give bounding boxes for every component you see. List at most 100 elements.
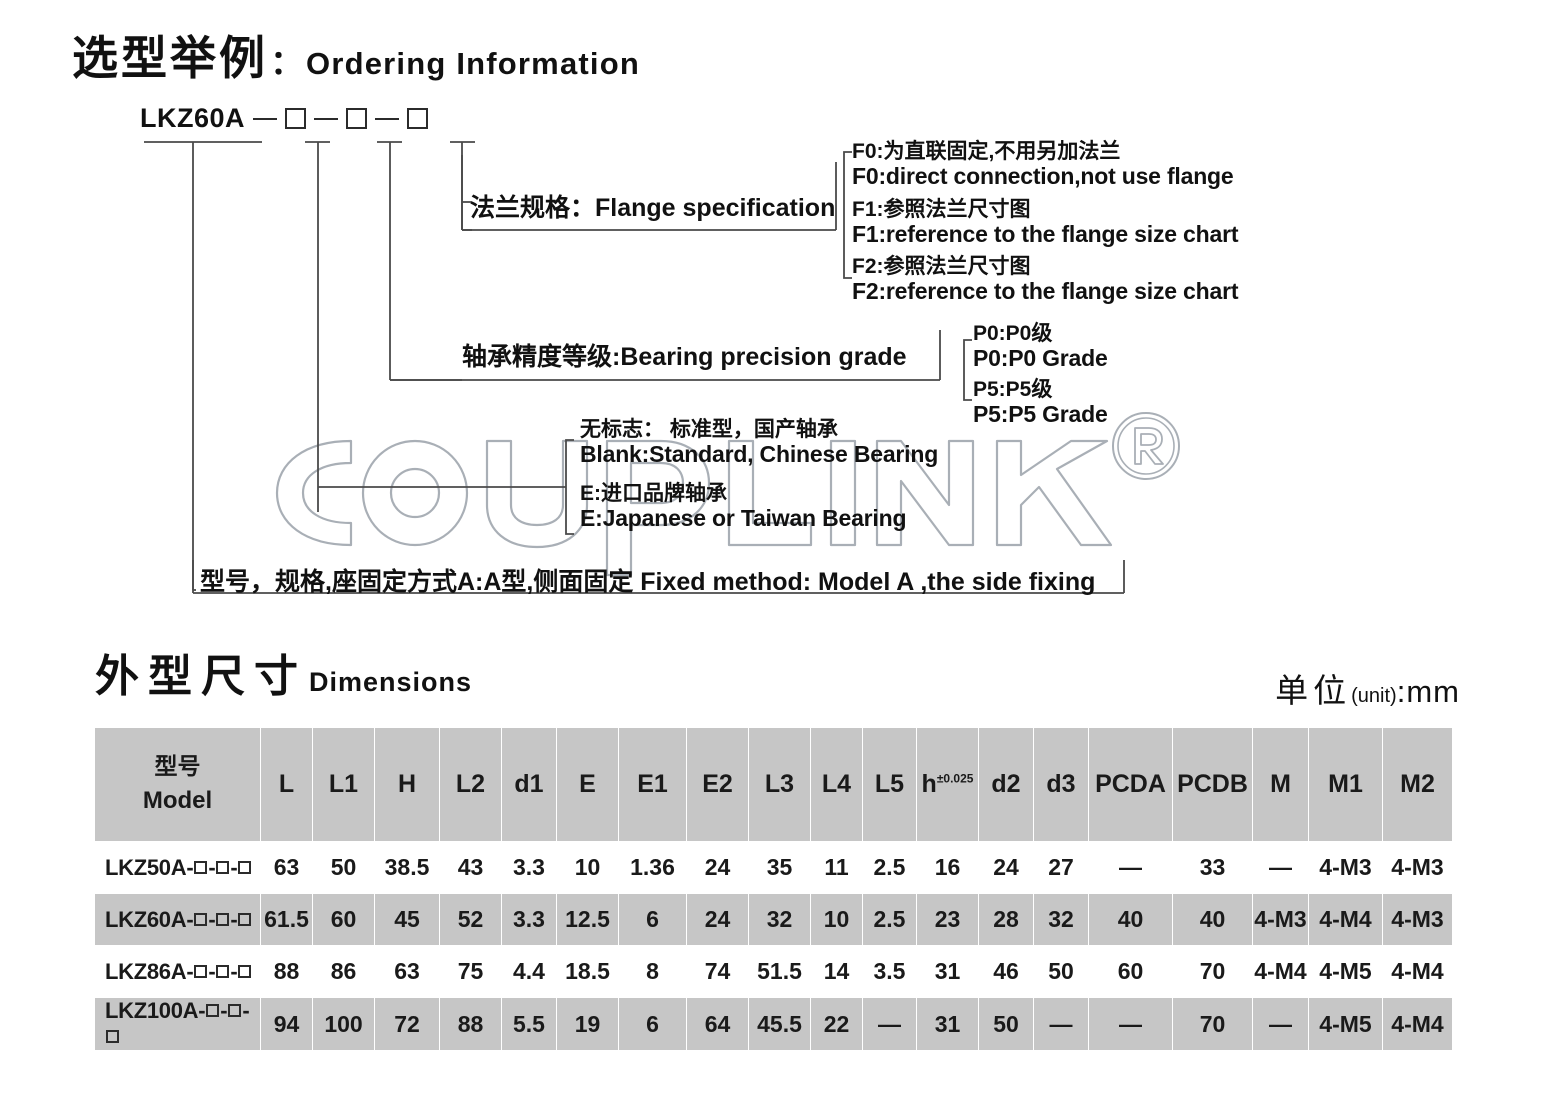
model-code-box-1[interactable] xyxy=(285,108,307,129)
model-option-box xyxy=(194,964,208,978)
bearing-option-e-cn: E:进口品牌轴承 xyxy=(580,482,727,505)
cell-l1: 50 xyxy=(312,841,375,894)
cell-d3: 27 xyxy=(1033,841,1089,894)
model-code-box-3[interactable] xyxy=(407,108,429,129)
ordering-heading-cn: 选型举例 xyxy=(72,32,268,84)
model-option-box xyxy=(206,1004,220,1017)
bearing-option-blank: 无标志： 标准型，国产轴承 Blank:Standard, Chinese Be… xyxy=(580,418,938,467)
column-header-h: h±0.025 xyxy=(916,727,979,842)
table-row: LKZ100A- - -94 100 72 88 5.5 19 6 64 45.5 22—31 50— —… xyxy=(94,997,1453,1051)
cell-l3: 51.5 xyxy=(748,945,811,998)
cell-h: 72 xyxy=(374,997,440,1051)
unit-note-colon: : xyxy=(1396,674,1407,709)
model-code-base: LKZ60A xyxy=(140,103,246,133)
model-option-box xyxy=(106,1030,119,1043)
cell-e2: 24 xyxy=(686,893,749,946)
cell-l1: 60 xyxy=(312,893,375,946)
column-header-m1: M1 xyxy=(1308,727,1383,842)
cell-l: 88 xyxy=(260,945,313,998)
model-option-box xyxy=(238,860,252,874)
table-row: LKZ50A- - -63 50 38.5 43 3.3 10 1.36 24 35 11 2.5 16 2… xyxy=(94,841,1453,894)
cell-model: LKZ100A- - - xyxy=(94,997,261,1051)
cell-h: 31 xyxy=(916,945,979,998)
cell-d3: 50 xyxy=(1033,945,1089,998)
cell-l2: 88 xyxy=(439,997,502,1051)
precision-label-cn: 轴承精度等级: xyxy=(462,343,621,371)
cell-e1: 6 xyxy=(618,893,687,946)
cell-d2: 46 xyxy=(978,945,1034,998)
column-header-model: 型号 Model xyxy=(94,727,261,842)
model-code-dash-1 xyxy=(253,117,278,120)
bearing-precision-grade-label: 轴承精度等级:Bearing precision grade xyxy=(462,337,907,373)
unit-note: 单位 (unit) : mm xyxy=(1275,664,1460,712)
column-header-d3: d3 xyxy=(1033,727,1089,842)
dimensions-heading-cn: 外型尺寸 xyxy=(95,652,307,701)
cell-pcda: 40 xyxy=(1088,893,1173,946)
cell-model: LKZ86A- - - xyxy=(94,945,261,998)
bearing-option-e-en: E:Japanese or Taiwan Bearing xyxy=(580,504,907,531)
leader-lines-diagram xyxy=(144,141,1125,594)
column-header-l5: L5 xyxy=(862,727,917,842)
cell-e: 12.5 xyxy=(556,893,619,946)
table-row: LKZ86A- - -88 86 63 75 4.4 18.5 8 74 51.5 14 3.5 31 46… xyxy=(94,945,1453,998)
cell-d1: 3.3 xyxy=(501,841,557,894)
column-header-model-en: Model xyxy=(142,786,213,814)
cell-m: — xyxy=(1252,997,1309,1051)
cell-e2: 74 xyxy=(686,945,749,998)
ordering-heading-en: Ordering Information xyxy=(306,46,640,81)
flange-option-f1-en: F1:reference to the flange size chart xyxy=(852,220,1239,247)
ordering-heading-colon: ： xyxy=(270,44,304,82)
precision-option-p0-cn: P0:P0级 xyxy=(973,322,1053,345)
cell-h: 16 xyxy=(916,841,979,894)
cell-l1: 86 xyxy=(312,945,375,998)
cell-l5: 2.5 xyxy=(862,893,917,946)
cell-l2: 43 xyxy=(439,841,502,894)
cell-e: 10 xyxy=(556,841,619,894)
cell-l5: — xyxy=(862,997,917,1051)
model-code-dash-2 xyxy=(314,117,339,120)
flange-specification-label: 法兰规格：Flange specification xyxy=(470,188,835,224)
cell-l4: 14 xyxy=(810,945,863,998)
column-header-l: L xyxy=(260,727,313,842)
cell-l3: 35 xyxy=(748,841,811,894)
column-header-l1: L1 xyxy=(312,727,375,842)
cell-d2: 28 xyxy=(978,893,1034,946)
model-option-box xyxy=(194,860,208,874)
dimensions-heading-en: Dimensions xyxy=(309,667,473,697)
flange-label-en: Flange specification xyxy=(595,194,836,222)
cell-m1: 4-M5 xyxy=(1308,945,1383,998)
column-header-h: H xyxy=(374,727,440,842)
flange-option-f1-cn: F1:参照法兰尺寸图 xyxy=(852,198,1031,221)
column-header-m2: M2 xyxy=(1382,727,1453,842)
precision-option-p0: P0:P0级 P0:P0 Grade xyxy=(973,322,1108,371)
dimensions-table-container: 型号 Model L L1 H L2 d1 E E1 E2 L3 L4 L5 h±0.025 d2 d3 P… xyxy=(94,727,1453,1051)
cell-e2: 64 xyxy=(686,997,749,1051)
cell-h: 23 xyxy=(916,893,979,946)
flange-option-f1: F1:参照法兰尺寸图 F1:reference to the flange si… xyxy=(852,198,1238,247)
cell-model: LKZ60A- - - xyxy=(94,893,261,946)
cell-pcda: — xyxy=(1088,997,1173,1051)
cell-h: 63 xyxy=(374,945,440,998)
model-code-box-2[interactable] xyxy=(346,108,368,129)
cell-l: 61.5 xyxy=(260,893,313,946)
cell-d2: 50 xyxy=(978,997,1034,1051)
cell-l4: 11 xyxy=(810,841,863,894)
flange-option-f0-cn: F0:为直联固定,不用另加法兰 xyxy=(852,140,1121,163)
precision-option-p5-en: P5:P5 Grade xyxy=(973,400,1108,427)
base-fixed-method-label: 型号，规格,座固定方式A:A型,侧面固定 Fixed method: Model… xyxy=(200,568,1096,596)
cell-e1: 6 xyxy=(618,997,687,1051)
column-header-l3: L3 xyxy=(748,727,811,842)
flange-option-f2: F2:参照法兰尺寸图 F2:reference to the flange si… xyxy=(852,255,1238,304)
column-header-e: E xyxy=(556,727,619,842)
flange-option-f0-en: F0:direct connection,not use flange xyxy=(852,162,1234,189)
cell-l4: 10 xyxy=(810,893,863,946)
column-header-e2: E2 xyxy=(686,727,749,842)
cell-pcdb: 70 xyxy=(1172,945,1253,998)
dimensions-heading: 外型尺寸 Dimensions xyxy=(95,655,472,699)
cell-pcda: — xyxy=(1088,841,1173,894)
cell-l: 94 xyxy=(260,997,313,1051)
column-header-l4: L4 xyxy=(810,727,863,842)
bearing-option-blank-cn: 无标志： 标准型，国产轴承 xyxy=(580,418,838,441)
model-option-box xyxy=(216,964,230,978)
cell-l3: 45.5 xyxy=(748,997,811,1051)
